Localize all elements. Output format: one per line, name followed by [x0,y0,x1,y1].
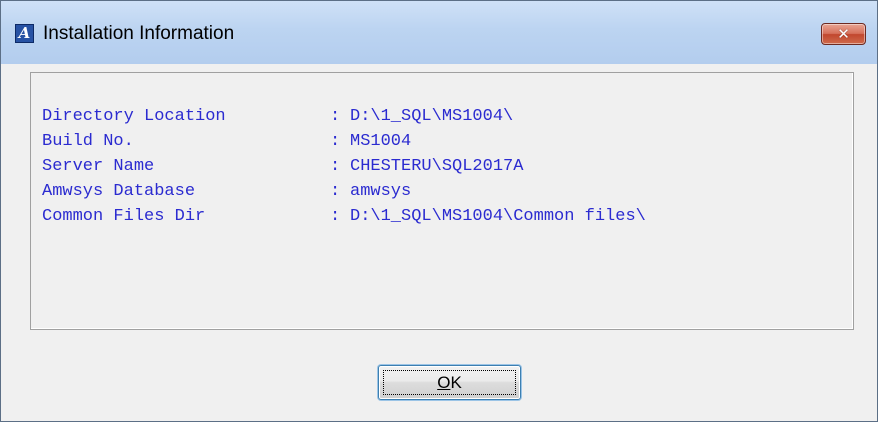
info-label: Build No. [42,132,134,151]
info-value: CHESTERU\SQL2017A [350,157,524,176]
info-row-common-files-dir: Common Files Dir : D:\1_SQL\MS1004\Commo… [42,206,646,228]
window-title: Installation Information [43,23,235,44]
app-icon: A [15,24,34,43]
info-label: Amwsys Database [42,182,196,201]
ok-button[interactable]: OK [378,365,521,400]
close-button[interactable]: ✕ [821,23,866,45]
info-separator: : [330,182,341,201]
info-value: MS1004 [350,132,412,151]
info-label: Server Name [42,157,155,176]
info-separator: : [330,132,341,151]
ok-mnemonic: O [437,373,451,392]
info-value: D:\1_SQL\MS1004\Common files\ [350,207,646,226]
info-separator: : [330,107,341,126]
installation-information-dialog: A Installation Information ✕ Directory L… [0,0,878,422]
info-panel: Directory Location : D:\1_SQL\MS1004\ Bu… [30,72,854,330]
info-value: D:\1_SQL\MS1004\ [350,107,514,126]
ok-label-rest: K [450,373,462,392]
info-row-directory-location: Directory Location : D:\1_SQL\MS1004\ [42,106,513,128]
info-label: Directory Location [42,107,226,126]
title-bar[interactable]: A Installation Information ✕ [1,1,877,64]
ok-button-label: OK [379,366,520,399]
info-separator: : [330,207,341,226]
info-row-amwsys-database: Amwsys Database : amwsys [42,181,411,203]
dialog-body: Directory Location : D:\1_SQL\MS1004\ Bu… [9,64,869,417]
info-label: Common Files Dir [42,207,206,226]
close-icon: ✕ [837,25,850,43]
info-row-server-name: Server Name : CHESTERU\SQL2017A [42,156,523,178]
info-row-build-no: Build No. : MS1004 [42,131,411,153]
info-value: amwsys [350,182,412,201]
info-separator: : [330,157,341,176]
